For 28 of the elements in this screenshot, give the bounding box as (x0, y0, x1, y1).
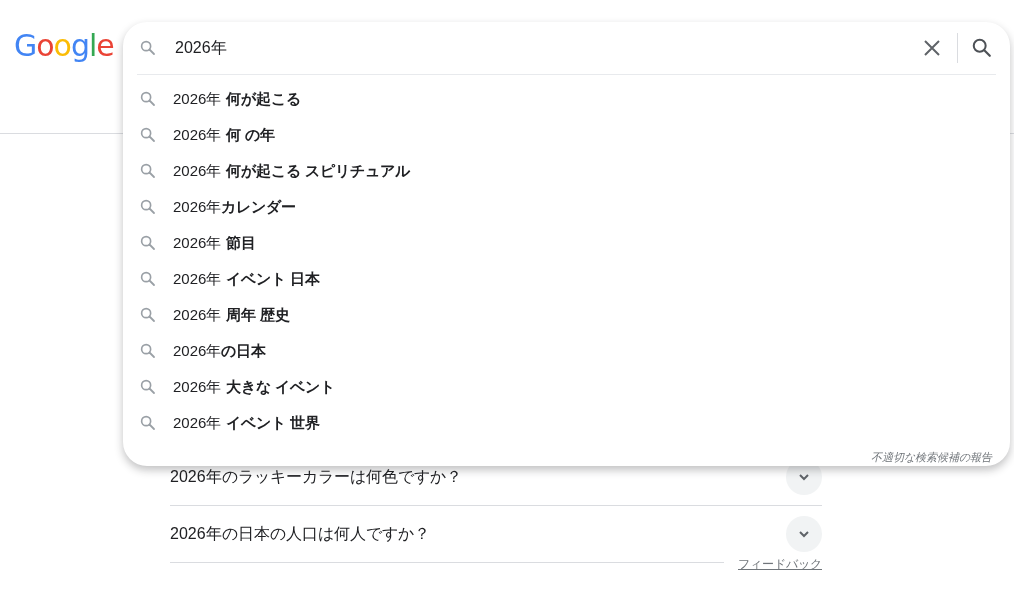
suggestion-item[interactable]: 2026年 周年 歴史 (173, 305, 290, 325)
suggestion-item[interactable]: 2026年 節目 (173, 233, 256, 253)
search-icon (139, 39, 157, 57)
question-text: 2026年のラッキーカラーは何色ですか？ (170, 466, 462, 487)
suggestion-item[interactable]: 2026年の日本 (173, 341, 267, 361)
search-icon (139, 342, 157, 360)
search-icon (139, 270, 157, 288)
search-icon (139, 306, 157, 324)
search-icon (139, 162, 157, 180)
suggestion-item[interactable]: 2026年 イベント 日本 (173, 269, 320, 289)
search-icon (139, 414, 157, 432)
suggestion-item[interactable]: 2026年 大きな イベント (173, 377, 335, 397)
suggestion-item[interactable]: 2026年 何が起こる スピリチュアル (173, 161, 410, 181)
search-field[interactable]: 2026年 (173, 38, 920, 58)
question-text: 2026年の日本の人口は何人ですか？ (170, 523, 430, 544)
report-link[interactable]: 不適切な検索候補の報告 (871, 450, 992, 465)
suggestion-item[interactable]: 2026年カレンダー (173, 197, 297, 217)
search-icon (139, 126, 157, 144)
search-icon (139, 198, 157, 216)
search-icon (139, 234, 157, 252)
search-icon (139, 90, 157, 108)
suggestion-item[interactable]: 2026年 イベント 世界 (173, 413, 320, 433)
google-logo[interactable]: Google (14, 28, 114, 64)
suggestion-item[interactable]: 2026年 何が起こる (173, 89, 301, 109)
feedback-link[interactable]: フィードバック (724, 556, 822, 573)
suggestion-item[interactable]: 2026年 何 の年 (173, 125, 275, 145)
search-icon (139, 378, 157, 396)
search-button[interactable] (970, 36, 994, 60)
